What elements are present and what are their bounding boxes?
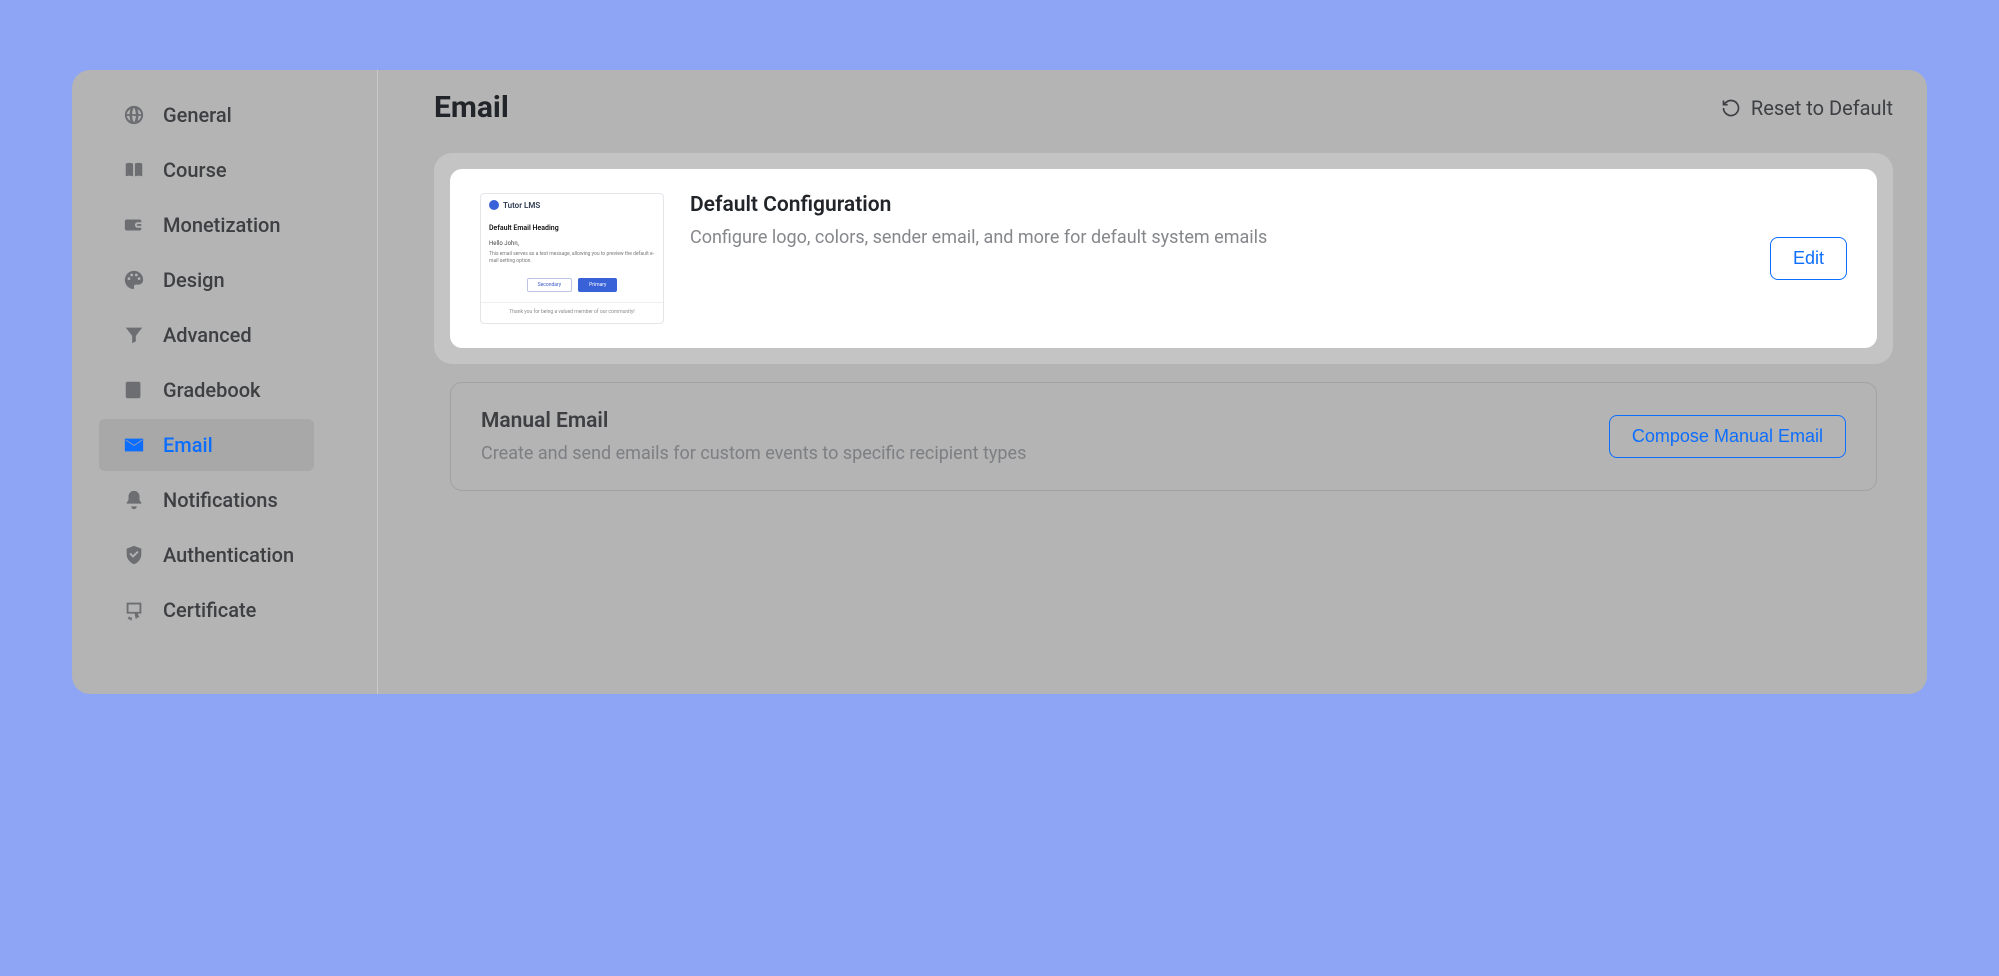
default-config-desc: Configure logo, colors, sender email, an… xyxy=(690,227,1744,248)
bell-icon xyxy=(123,489,145,511)
sidebar-item-certificate[interactable]: Certificate xyxy=(99,584,314,636)
manual-email-desc: Create and send emails for custom events… xyxy=(481,443,1026,464)
edit-button[interactable]: Edit xyxy=(1770,237,1847,280)
funnel-icon xyxy=(123,324,145,346)
book-icon xyxy=(123,159,145,181)
sidebar-item-label: Notifications xyxy=(163,488,278,512)
sidebar-item-course[interactable]: Course xyxy=(99,144,314,196)
sidebar-item-notifications[interactable]: Notifications xyxy=(99,474,314,526)
sidebar-item-monetization[interactable]: Monetization xyxy=(99,199,314,251)
preview-secondary-btn: Secondary xyxy=(527,278,573,292)
gradebook-icon xyxy=(123,379,145,401)
preview-primary-btn: Primary xyxy=(578,278,617,292)
email-preview-thumbnail: Tutor LMS Default Email Heading Hello Jo… xyxy=(480,193,664,324)
certificate-icon xyxy=(123,599,145,621)
manual-email-title: Manual Email xyxy=(481,409,1026,433)
sidebar-item-label: Monetization xyxy=(163,213,281,237)
preview-brand: Tutor LMS xyxy=(503,201,540,210)
sidebar-item-advanced[interactable]: Advanced xyxy=(99,309,314,361)
reset-label: Reset to Default xyxy=(1751,96,1893,120)
manual-email-card: Manual Email Create and send emails for … xyxy=(450,382,1877,491)
sidebar-item-authentication[interactable]: Authentication xyxy=(99,529,314,581)
sidebar-item-general[interactable]: General xyxy=(99,89,314,141)
sidebar-item-email[interactable]: Email xyxy=(99,419,314,471)
page-header: Email Reset to Default xyxy=(434,90,1893,125)
globe-icon xyxy=(123,104,145,126)
sidebar-item-label: Authentication xyxy=(163,543,294,567)
sidebar-item-gradebook[interactable]: Gradebook xyxy=(99,364,314,416)
default-config-highlight: Tutor LMS Default Email Heading Hello Jo… xyxy=(434,153,1893,364)
settings-sidebar: General Course Monetization Design Advan xyxy=(72,70,378,694)
compose-manual-email-button[interactable]: Compose Manual Email xyxy=(1609,415,1846,458)
palette-icon xyxy=(123,269,145,291)
reset-icon xyxy=(1721,98,1741,118)
envelope-icon xyxy=(123,434,145,456)
default-config-card: Tutor LMS Default Email Heading Hello Jo… xyxy=(450,169,1877,348)
shield-icon xyxy=(123,544,145,566)
preview-footer: Thank you for being a valued member of o… xyxy=(481,302,663,315)
main-panel: Email Reset to Default Tutor LMS Default… xyxy=(378,70,1927,694)
sidebar-item-label: Course xyxy=(163,158,227,182)
sidebar-item-label: Advanced xyxy=(163,323,252,347)
preview-greet: Hello John, xyxy=(489,240,655,247)
page-title: Email xyxy=(434,90,509,125)
sidebar-item-label: Gradebook xyxy=(163,378,260,402)
sidebar-item-label: General xyxy=(163,103,232,127)
preview-heading: Default Email Heading xyxy=(489,224,655,232)
sidebar-item-design[interactable]: Design xyxy=(99,254,314,306)
settings-window: General Course Monetization Design Advan xyxy=(72,70,1927,694)
sidebar-item-label: Certificate xyxy=(163,598,256,622)
sidebar-item-label: Design xyxy=(163,268,225,292)
default-config-title: Default Configuration xyxy=(690,193,1744,217)
reset-to-default-link[interactable]: Reset to Default xyxy=(1721,96,1893,120)
sidebar-item-label: Email xyxy=(163,433,213,457)
preview-body: This email serves as a test message, all… xyxy=(489,251,655,264)
wallet-icon xyxy=(123,214,145,236)
